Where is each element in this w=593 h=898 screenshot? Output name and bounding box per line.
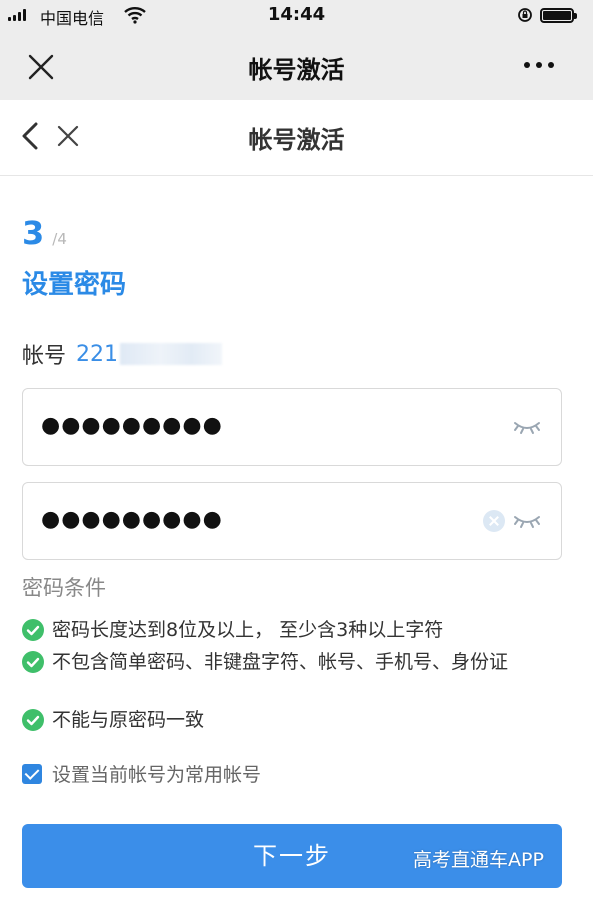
eye-closed-icon[interactable]	[513, 419, 541, 437]
check-circle-icon	[22, 709, 44, 731]
remember-label: 设置当前帐号为常用帐号	[52, 764, 262, 786]
account-row: 帐号 221	[22, 338, 223, 370]
condition-text: 不包含简单密码、非键盘字符、帐号、手机号、身份证	[52, 651, 509, 673]
account-label: 帐号	[22, 344, 67, 369]
step-total: /4	[52, 230, 67, 248]
password-value: ●●●●●●●●●	[41, 413, 223, 438]
confirm-password-field[interactable]: ●●●●●●●●●	[22, 482, 562, 560]
password-field[interactable]: ●●●●●●●●●	[22, 388, 562, 466]
page-title: 帐号激活	[248, 126, 345, 154]
condition-text: 不能与原密码一致	[52, 709, 205, 731]
step-indicator: 3 /4	[22, 214, 67, 252]
section-title: 设置密码	[22, 270, 127, 300]
condition-item: 不能与原密码一致	[22, 708, 562, 733]
check-circle-icon	[22, 651, 44, 673]
wechat-navbar: 帐号激活	[0, 32, 593, 100]
watermark: 高考直通车APP	[413, 849, 544, 871]
page-header: 帐号激活	[0, 100, 593, 176]
remember-account-row[interactable]: 设置当前帐号为常用帐号	[22, 760, 261, 787]
step-current: 3	[22, 214, 45, 252]
rotation-lock-icon	[518, 8, 532, 22]
wechat-title: 帐号激活	[248, 56, 345, 84]
account-mask	[120, 343, 223, 365]
status-time: 14:44	[267, 4, 326, 25]
remember-checkbox[interactable]	[22, 763, 42, 784]
condition-item: 不包含简单密码、非键盘字符、帐号、手机号、身份证	[22, 650, 562, 675]
battery-icon	[540, 8, 577, 23]
condition-item: 密码长度达到8位及以上， 至少含3种以上字符	[22, 618, 562, 643]
status-bar: 中国电信 14:44	[0, 0, 593, 32]
eye-closed-icon[interactable]	[513, 513, 541, 531]
clear-input-icon[interactable]	[483, 510, 505, 532]
more-icon[interactable]	[524, 62, 554, 68]
conditions-title: 密码条件	[22, 576, 106, 600]
account-value: 221	[76, 341, 119, 367]
condition-text: 密码长度达到8位及以上， 至少含3种以上字符	[52, 619, 444, 641]
check-circle-icon	[22, 619, 44, 641]
confirm-password-value: ●●●●●●●●●	[41, 507, 223, 532]
